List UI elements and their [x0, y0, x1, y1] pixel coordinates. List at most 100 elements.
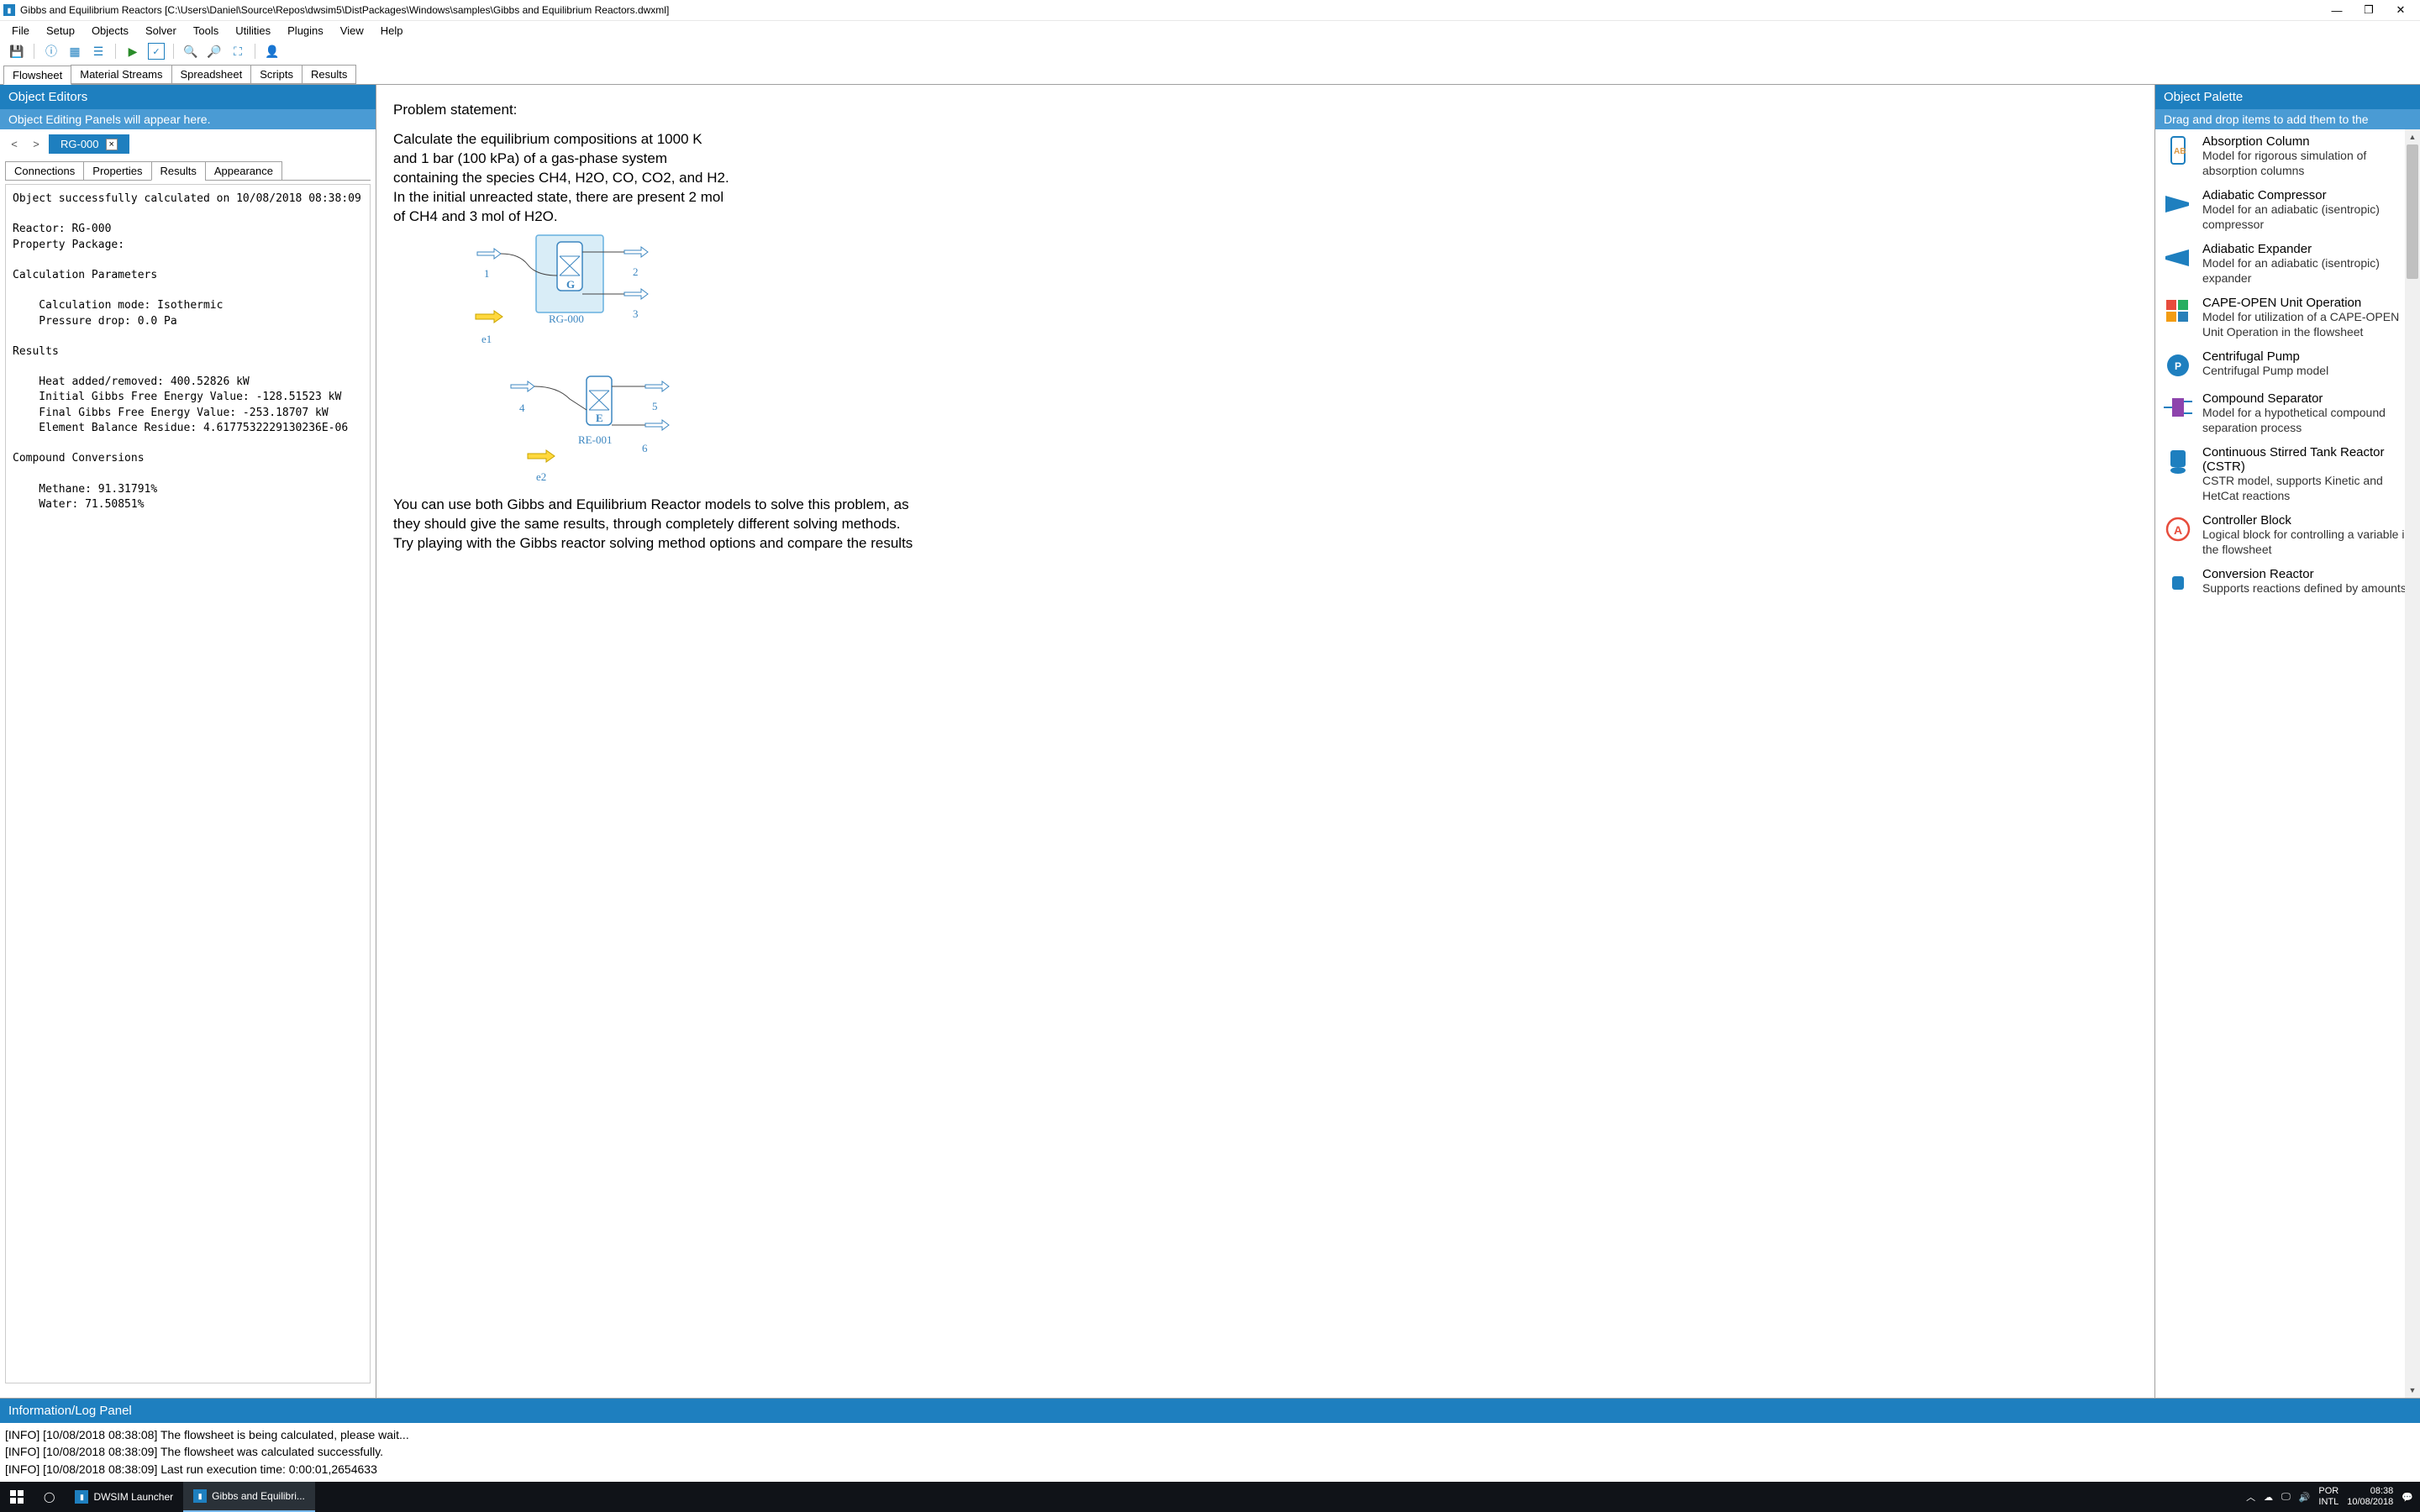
object-nav: < > RG-000 ×: [5, 134, 371, 154]
zoom-in-icon[interactable]: 🔍: [182, 43, 199, 60]
palette-item-centrifugal-pump[interactable]: P Centrifugal PumpCentrifugal Pump model: [2155, 344, 2420, 386]
problem-title: Problem statement:: [393, 102, 2138, 118]
play-icon[interactable]: ▶: [124, 43, 141, 60]
tab-results[interactable]: Results: [302, 65, 356, 84]
menu-solver[interactable]: Solver: [137, 23, 185, 39]
log-line: [INFO] [10/08/2018 08:38:09] Last run ex…: [5, 1461, 2415, 1478]
tray-onedrive-icon[interactable]: ☁: [2264, 1492, 2273, 1503]
stream-arrow-icon[interactable]: [624, 289, 648, 299]
flowsheet-diagram: G RG-000 1 2 3 e1: [393, 227, 696, 496]
palette-item-adiabatic-compressor[interactable]: Adiabatic CompressorModel for an adiabat…: [2155, 183, 2420, 237]
object-tab-label: RG-000: [60, 138, 99, 150]
settings-icon[interactable]: ⓘ: [43, 43, 60, 60]
tray-volume-icon[interactable]: 🔊: [2299, 1492, 2311, 1503]
scrollbar-thumb[interactable]: [2407, 144, 2418, 279]
menu-setup[interactable]: Setup: [38, 23, 83, 39]
energy-stream-icon[interactable]: [528, 450, 555, 462]
tray-chevron-icon[interactable]: ︿: [2246, 1490, 2255, 1504]
start-button[interactable]: [0, 1482, 34, 1512]
palette-item-compound-separator[interactable]: Compound SeparatorModel for a hypothetic…: [2155, 386, 2420, 440]
nav-next-button[interactable]: >: [27, 135, 45, 154]
taskbar-app-dwsim-launcher[interactable]: ▮DWSIM Launcher: [65, 1482, 183, 1512]
zoom-fit-icon[interactable]: ⛶: [229, 43, 246, 60]
palette-item-title: Adiabatic Expander: [2202, 242, 2413, 256]
window-title: Gibbs and Equilibrium Reactors [C:\Users…: [20, 4, 2321, 16]
inspector-icon[interactable]: 👤: [264, 43, 281, 60]
sliders-icon[interactable]: ☰: [90, 43, 107, 60]
taskbar-app-gibbs[interactable]: ▮Gibbs and Equilibri...: [183, 1482, 315, 1512]
zoom-out-icon[interactable]: 🔎: [206, 43, 223, 60]
flowsheet-canvas[interactable]: Problem statement: Calculate the equilib…: [376, 85, 2154, 1398]
menu-objects[interactable]: Objects: [83, 23, 137, 39]
svg-text:A: A: [2174, 523, 2182, 537]
grid-icon[interactable]: ▦: [66, 43, 83, 60]
separator-icon: [2162, 391, 2194, 423]
tab-flowsheet[interactable]: Flowsheet: [3, 66, 71, 85]
subtab-results[interactable]: Results: [151, 161, 206, 181]
reactor-icon: [2162, 567, 2194, 599]
palette-scrollbar[interactable]: ▲ ▼: [2405, 129, 2420, 1398]
save-icon[interactable]: 💾: [8, 43, 25, 60]
palette-item-absorption-column[interactable]: AB Absorption ColumnModel for rigorous s…: [2155, 129, 2420, 183]
scroll-up-icon[interactable]: ▲: [2405, 129, 2420, 144]
stream-arrow-icon[interactable]: [624, 247, 648, 257]
stream-arrow-icon[interactable]: [645, 420, 669, 430]
palette-item-desc: CSTR model, supports Kinetic and HetCat …: [2202, 474, 2413, 503]
tab-spreadsheet[interactable]: Spreadsheet: [171, 65, 252, 84]
tab-scripts[interactable]: Scripts: [250, 65, 302, 84]
log-header: Information/Log Panel: [0, 1399, 2420, 1423]
tray-time[interactable]: 08:38: [2347, 1486, 2393, 1497]
cape-open-icon: [2162, 296, 2194, 328]
tray-notifications-icon[interactable]: 💬: [2402, 1492, 2413, 1503]
menu-view[interactable]: View: [332, 23, 372, 39]
menu-help[interactable]: Help: [372, 23, 412, 39]
menu-file[interactable]: File: [3, 23, 38, 39]
tray-keyboard[interactable]: INTL: [2318, 1497, 2338, 1508]
palette-item-controller-block[interactable]: A Controller BlockLogical block for cont…: [2155, 508, 2420, 562]
menu-plugins[interactable]: Plugins: [279, 23, 332, 39]
stream-arrow-icon[interactable]: [511, 381, 534, 391]
subtab-properties[interactable]: Properties: [83, 161, 151, 181]
menu-tools[interactable]: Tools: [185, 23, 227, 39]
palette-list[interactable]: AB Absorption ColumnModel for rigorous s…: [2155, 129, 2420, 1398]
minimize-button[interactable]: —: [2321, 1, 2353, 19]
menu-utilities[interactable]: Utilities: [227, 23, 279, 39]
tray-language[interactable]: POR: [2318, 1486, 2338, 1497]
reactor-label: RE-001: [578, 433, 612, 446]
palette-item-conversion-reactor[interactable]: Conversion ReactorSupports reactions def…: [2155, 562, 2420, 604]
subtab-appearance[interactable]: Appearance: [205, 161, 282, 181]
stream-label: 4: [519, 402, 525, 414]
palette-item-cstr[interactable]: Continuous Stirred Tank Reactor (CSTR)CS…: [2155, 440, 2420, 508]
maximize-button[interactable]: ❐: [2353, 1, 2385, 19]
check-icon[interactable]: ✓: [148, 43, 165, 60]
nav-prev-button[interactable]: <: [5, 135, 24, 154]
stream-arrow-icon[interactable]: [645, 381, 669, 391]
tray-date[interactable]: 10/08/2018: [2347, 1497, 2393, 1508]
log-body[interactable]: [INFO] [10/08/2018 08:38:08] The flowshe…: [0, 1423, 2420, 1482]
object-tab-close-icon[interactable]: ×: [106, 139, 118, 150]
app-icon: ▮: [3, 4, 15, 16]
tray-network-icon[interactable]: 🖵: [2281, 1492, 2291, 1503]
object-subtabs: Connections Properties Results Appearanc…: [5, 160, 371, 181]
app-icon: ▮: [193, 1489, 207, 1503]
palette-item-cape-open[interactable]: CAPE-OPEN Unit OperationModel for utiliz…: [2155, 291, 2420, 344]
pump-icon: P: [2162, 349, 2194, 381]
flowsheet-notes: You can use both Gibbs and Equilibrium R…: [393, 496, 914, 554]
close-button[interactable]: ✕: [2385, 1, 2417, 19]
document-tabs: Flowsheet Material Streams Spreadsheet S…: [0, 62, 2420, 84]
palette-item-title: Conversion Reactor: [2202, 567, 2413, 581]
scroll-down-icon[interactable]: ▼: [2405, 1383, 2420, 1398]
palette-item-title: Continuous Stirred Tank Reactor (CSTR): [2202, 445, 2413, 474]
object-tab[interactable]: RG-000 ×: [49, 134, 129, 154]
stream-arrow-icon[interactable]: [477, 249, 501, 259]
svg-text:P: P: [2175, 360, 2181, 372]
energy-stream-icon[interactable]: [476, 311, 502, 323]
tab-material-streams[interactable]: Material Streams: [71, 65, 171, 84]
menubar: File Setup Objects Solver Tools Utilitie…: [0, 20, 2420, 40]
subtab-connections[interactable]: Connections: [5, 161, 84, 181]
results-output[interactable]: Object successfully calculated on 10/08/…: [5, 184, 371, 1383]
palette-item-adiabatic-expander[interactable]: Adiabatic ExpanderModel for an adiabatic…: [2155, 237, 2420, 291]
palette-item-title: CAPE-OPEN Unit Operation: [2202, 296, 2413, 310]
palette-item-title: Adiabatic Compressor: [2202, 188, 2413, 202]
cortana-button[interactable]: ◯: [34, 1482, 65, 1512]
